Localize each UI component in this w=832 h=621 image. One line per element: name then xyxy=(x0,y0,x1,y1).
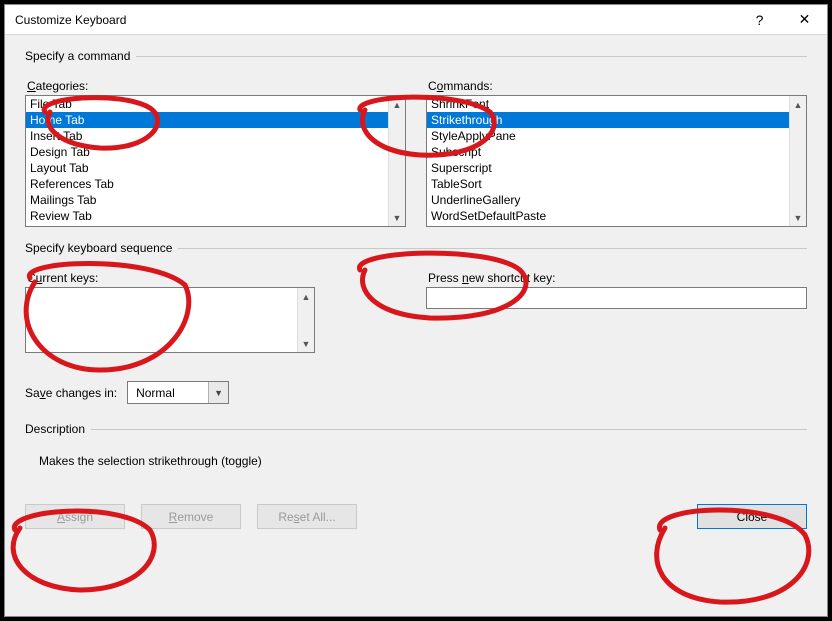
list-item[interactable]: ShrinkFont xyxy=(427,96,789,112)
dialog-title: Customize Keyboard xyxy=(15,13,737,27)
current-keys-listbox[interactable]: ▲ ▼ xyxy=(25,287,315,353)
assign-button[interactable]: Assign xyxy=(25,504,125,529)
current-keys-label: Current keys: xyxy=(27,271,406,285)
commands-scrollbar[interactable]: ▲ ▼ xyxy=(789,96,806,226)
scroll-up-icon[interactable]: ▲ xyxy=(298,288,314,305)
description-text: Makes the selection strikethrough (toggl… xyxy=(39,454,807,468)
titlebar: Customize Keyboard ? ✕ xyxy=(5,5,827,35)
categories-label: Categories: xyxy=(27,79,406,93)
scroll-down-icon[interactable]: ▼ xyxy=(389,209,405,226)
scroll-up-icon[interactable]: ▲ xyxy=(389,96,405,113)
list-item[interactable]: Superscript xyxy=(427,160,789,176)
categories-scrollbar[interactable]: ▲ ▼ xyxy=(388,96,405,226)
dialog-body: Specify a command Categories: File TabHo… xyxy=(5,35,827,545)
customize-keyboard-dialog: Customize Keyboard ? ✕ Specify a command… xyxy=(4,4,828,617)
reset-all-button[interactable]: Reset All... xyxy=(257,504,357,529)
save-changes-row: Save changes in: Normal ▼ xyxy=(25,381,807,404)
group-description-legend: Description xyxy=(25,422,91,436)
commands-label: Commands: xyxy=(428,79,807,93)
chevron-down-icon[interactable]: ▼ xyxy=(208,382,228,403)
save-changes-value: Normal xyxy=(128,382,208,403)
list-item[interactable]: Subscript xyxy=(427,144,789,160)
scroll-down-icon[interactable]: ▼ xyxy=(790,209,806,226)
list-item[interactable]: UnderlineGallery xyxy=(427,192,789,208)
list-item[interactable]: Layout Tab xyxy=(26,160,388,176)
close-button[interactable]: Close xyxy=(697,504,807,529)
categories-listbox[interactable]: File TabHome TabInsert TabDesign TabLayo… xyxy=(25,95,406,227)
group-specify-command: Specify a command Categories: File TabHo… xyxy=(25,49,807,227)
group-specify-sequence-legend: Specify keyboard sequence xyxy=(25,241,178,255)
list-item[interactable]: Home Tab xyxy=(26,112,388,128)
save-changes-combo[interactable]: Normal ▼ xyxy=(127,381,229,404)
scroll-up-icon[interactable]: ▲ xyxy=(790,96,806,113)
list-item[interactable]: Strikethrough xyxy=(427,112,789,128)
save-changes-label: Save changes in: xyxy=(25,386,117,400)
help-button[interactable]: ? xyxy=(737,5,782,35)
current-keys-scrollbar[interactable]: ▲ ▼ xyxy=(297,288,314,352)
list-item[interactable]: File Tab xyxy=(26,96,388,112)
scroll-down-icon[interactable]: ▼ xyxy=(298,335,314,352)
list-item[interactable]: Mailings Tab xyxy=(26,192,388,208)
close-icon[interactable]: ✕ xyxy=(782,5,827,35)
list-item[interactable]: References Tab xyxy=(26,176,388,192)
press-new-shortcut-label: Press new shortcut key: xyxy=(428,271,807,285)
list-item[interactable]: Review Tab xyxy=(26,208,388,224)
list-item[interactable]: TableSort xyxy=(427,176,789,192)
group-specify-command-legend: Specify a command xyxy=(25,49,136,63)
commands-listbox[interactable]: ShrinkFontStrikethroughStyleApplyPaneSub… xyxy=(426,95,807,227)
list-item[interactable]: Insert Tab xyxy=(26,128,388,144)
button-row: Assign Remove Reset All... Close xyxy=(25,504,807,529)
group-description: Description Makes the selection striketh… xyxy=(25,422,807,468)
list-item[interactable]: WordSetDefaultPaste xyxy=(427,208,789,224)
remove-button[interactable]: Remove xyxy=(141,504,241,529)
new-shortcut-input[interactable] xyxy=(426,287,807,309)
group-specify-sequence: Specify keyboard sequence Current keys: … xyxy=(25,241,807,353)
list-item[interactable]: StyleApplyPane xyxy=(427,128,789,144)
list-item[interactable]: Design Tab xyxy=(26,144,388,160)
